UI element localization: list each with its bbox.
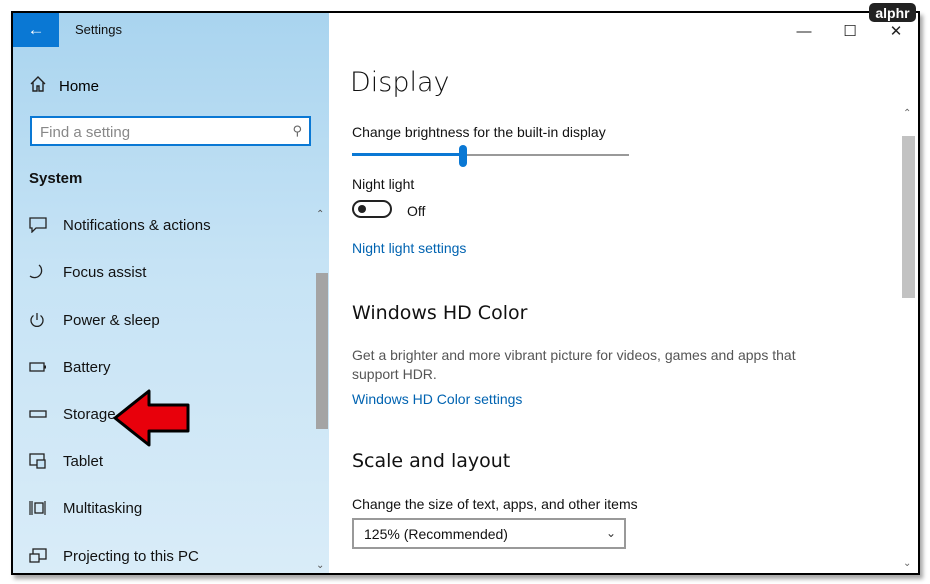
maximize-icon: ☐ [843, 23, 857, 40]
sidebar-item-label: Tablet [63, 452, 104, 470]
slider-thumb[interactable] [459, 145, 467, 167]
annotation-arrow-icon [113, 389, 190, 447]
sidebar-item-label: Power & sleep [63, 311, 160, 329]
scale-heading: Scale and layout [352, 450, 511, 472]
home-icon [29, 75, 59, 98]
slider-fill [352, 153, 463, 156]
sidebar-item-home[interactable]: Home [29, 75, 99, 97]
main-scroll-thumb[interactable] [902, 136, 915, 298]
sidebar: ← Settings Home ⚲ System Notifications &… [13, 13, 329, 573]
home-label: Home [59, 77, 100, 95]
sidebar-item-tablet[interactable]: Tablet [27, 446, 317, 476]
sidebar-item-notifications[interactable]: Notifications & actions [27, 210, 317, 240]
back-arrow-icon: ← [27, 20, 45, 39]
battery-icon [27, 362, 63, 372]
projector-icon [27, 548, 63, 564]
scale-label: Change the size of text, apps, and other… [352, 496, 638, 512]
search-box[interactable]: ⚲ [30, 116, 311, 146]
scale-dropdown[interactable]: 125% (Recommended) ⌄ [352, 518, 626, 549]
watermark-logo: alphr [869, 3, 916, 22]
sidebar-scrollbar[interactable]: ⌃ ⌄ [314, 209, 329, 573]
sidebar-item-label: Projecting to this PC [63, 547, 199, 565]
sidebar-item-label: Focus assist [63, 263, 147, 281]
back-button[interactable]: ← [13, 13, 59, 47]
app-title: Settings [75, 22, 122, 37]
power-icon [27, 312, 63, 328]
minimize-button[interactable]: — [781, 17, 827, 45]
sidebar-item-power-sleep[interactable]: Power & sleep [27, 305, 317, 335]
hd-color-description: Get a brighter and more vibrant picture … [352, 347, 796, 382]
sidebar-item-label: Multitasking [63, 499, 143, 517]
brightness-label: Change brightness for the built-in displ… [352, 124, 606, 140]
page-title: Display [350, 67, 450, 98]
minimize-icon: — [796, 22, 812, 40]
night-light-label: Night light [352, 176, 415, 192]
maximize-button[interactable]: ☐ [827, 17, 873, 45]
chevron-down-icon[interactable]: ⌄ [316, 560, 324, 571]
chevron-down-icon: ⌄ [605, 526, 616, 540]
sidebar-item-label: Storage [63, 405, 116, 423]
settings-window: ← Settings Home ⚲ System Notifications &… [11, 11, 920, 575]
chevron-down-icon[interactable]: ⌄ [903, 558, 911, 569]
sidebar-item-focus-assist[interactable]: Focus assist [27, 257, 317, 287]
brightness-slider[interactable] [352, 145, 629, 167]
scale-selected-value: 125% (Recommended) [364, 526, 508, 542]
moon-icon [27, 264, 63, 280]
search-icon: ⚲ [292, 123, 302, 138]
sidebar-item-battery[interactable]: Battery [27, 352, 317, 382]
multitasking-icon [27, 500, 63, 516]
night-light-state: Off [407, 203, 426, 219]
sidebar-item-label: Notifications & actions [63, 216, 211, 234]
night-light-toggle[interactable] [352, 200, 392, 218]
main-scrollbar[interactable]: ⌃ ⌄ [900, 106, 917, 573]
sidebar-item-label: Battery [63, 358, 111, 376]
chevron-up-icon[interactable]: ⌃ [903, 108, 911, 119]
sidebar-item-projecting[interactable]: Projecting to this PC [27, 541, 317, 571]
search-input[interactable] [40, 122, 280, 142]
hd-color-heading: Windows HD Color [352, 302, 528, 324]
title-bar: ← Settings [13, 13, 329, 47]
notification-icon [27, 217, 63, 233]
chevron-up-icon[interactable]: ⌃ [316, 209, 324, 220]
sidebar-item-multitasking[interactable]: Multitasking [27, 493, 317, 523]
toggle-knob [358, 205, 366, 213]
section-label: System [29, 170, 83, 187]
close-icon: ✕ [889, 23, 903, 40]
night-light-settings-link[interactable]: Night light settings [352, 240, 466, 256]
main-content: — ☐ ✕ Display Change brightness for the … [329, 13, 918, 573]
storage-icon [27, 410, 63, 418]
tablet-icon [27, 453, 63, 469]
hd-color-settings-link[interactable]: Windows HD Color settings [352, 391, 522, 407]
sidebar-scroll-thumb[interactable] [316, 273, 328, 429]
